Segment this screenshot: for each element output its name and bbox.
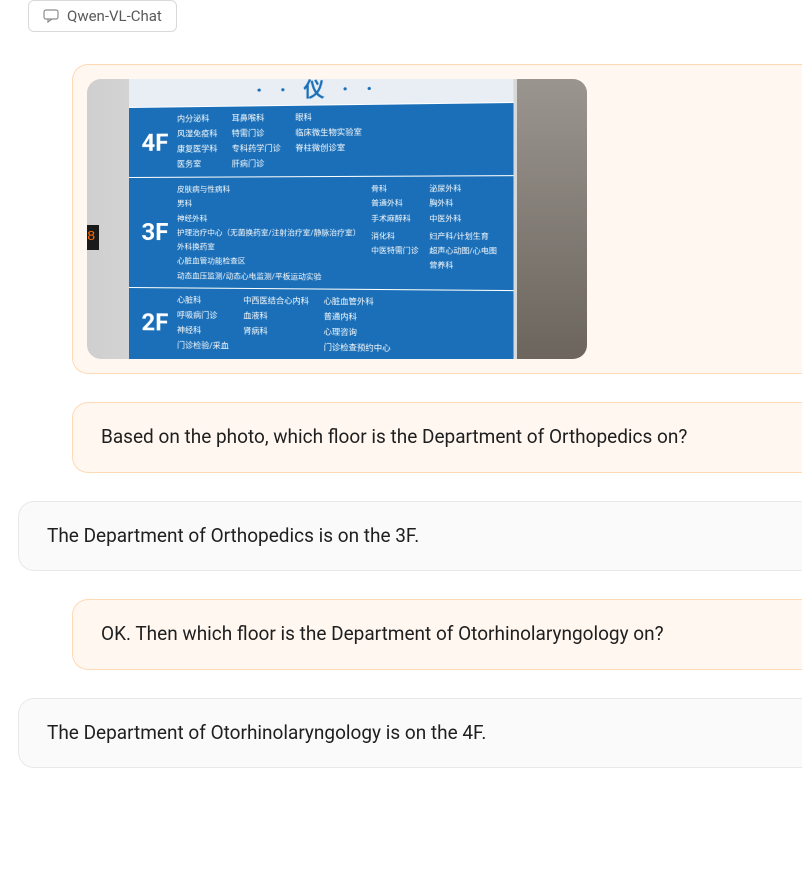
hospital-directory-image: 8 · · 仪 · · 4F 内分泌科 风湿免疫科 康复医学科 医务室 耳鼻喉科 [87, 79, 587, 359]
assistant-message-2: The Department of Otorhinolaryngology is… [18, 698, 802, 769]
floor-3f-row: 3F 皮肤病与性病科 男科 神经外科 护理治疗中心（无菌换药室/注射治疗室/静脉… [129, 175, 513, 290]
user-message-2: OK. Then which floor is the Department o… [72, 599, 802, 670]
elevator-floor-indicator: 8 [87, 225, 99, 250]
floor-4f-label: 4F [133, 113, 177, 171]
floor-2f-row: 2F 心脏科 呼吸病门诊 神经科 门诊检验/采血 中西医结合心内科 血液科 肾病… [129, 287, 513, 359]
floor-2f-label: 2F [133, 294, 177, 352]
user-message-2-text: OK. Then which floor is the Department o… [101, 622, 664, 645]
chat-messages: 8 · · 仪 · · 4F 内分泌科 风湿免疫科 康复医学科 医务室 耳鼻喉科 [0, 64, 802, 768]
model-badge: Qwen-VL-Chat [28, 0, 177, 32]
directory-signboard: · · 仪 · · 4F 内分泌科 风湿免疫科 康复医学科 医务室 耳鼻喉科 特… [129, 79, 513, 359]
assistant-message-1-text: The Department of Orthopedics is on the … [47, 524, 419, 547]
user-message-1: Based on the photo, which floor is the D… [72, 402, 802, 473]
user-message-1-text: Based on the photo, which floor is the D… [101, 425, 687, 448]
model-badge-label: Qwen-VL-Chat [67, 7, 162, 25]
floor-3f-label: 3F [133, 184, 177, 281]
assistant-message-1: The Department of Orthopedics is on the … [18, 501, 802, 572]
user-message-image: 8 · · 仪 · · 4F 内分泌科 风湿免疫科 康复医学科 医务室 耳鼻喉科 [72, 64, 802, 374]
chat-icon [43, 9, 59, 23]
assistant-message-2-text: The Department of Otorhinolaryngology is… [47, 721, 486, 744]
floor-4f-row: 4F 内分泌科 风湿免疫科 康复医学科 医务室 耳鼻喉科 特需门诊 专科药学门诊 [129, 102, 513, 177]
